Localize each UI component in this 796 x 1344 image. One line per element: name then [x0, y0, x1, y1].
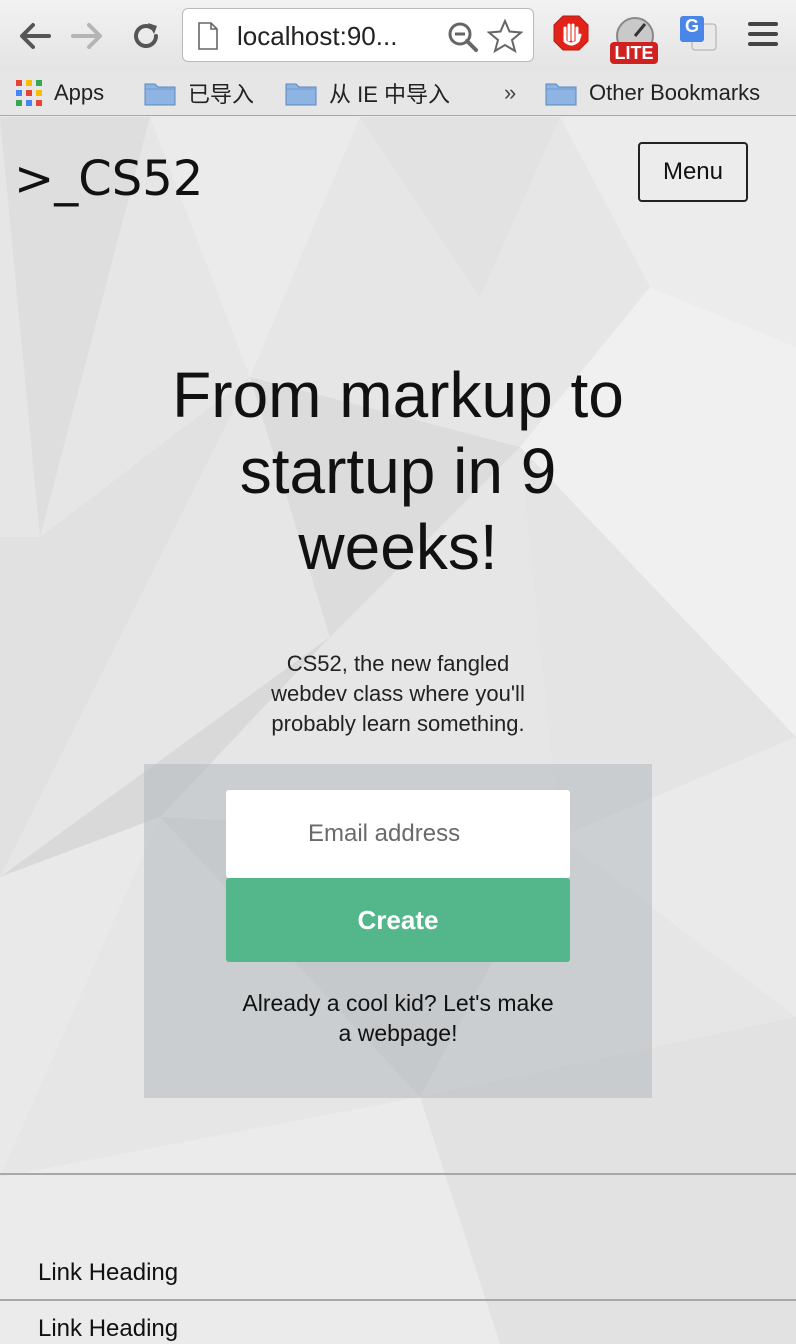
- translate-glyph: G: [685, 16, 700, 36]
- section-divider: [0, 1299, 796, 1301]
- other-bookmarks-folder[interactable]: Other Bookmarks: [545, 76, 760, 110]
- hero-subtitle-line: webdev class where you'll: [271, 681, 525, 706]
- bookmark-folder[interactable]: 已导入: [144, 76, 254, 110]
- bookmark-star-icon[interactable]: [487, 19, 523, 53]
- forward-button[interactable]: [68, 14, 108, 58]
- chrome-menu-icon[interactable]: [748, 20, 778, 48]
- bookmark-folder[interactable]: 从 IE 中导入: [285, 76, 450, 110]
- back-arrow-icon: [20, 23, 51, 49]
- footer-link-heading[interactable]: Link Heading: [38, 1259, 178, 1287]
- folder-icon: [144, 83, 176, 106]
- apps-shortcut[interactable]: Apps: [16, 76, 104, 110]
- address-bar[interactable]: localhost:90...: [182, 8, 534, 62]
- reload-button[interactable]: [126, 14, 166, 58]
- hero-subtitle-line: probably learn something.: [271, 711, 525, 736]
- url-text: localhost:90...: [237, 21, 398, 51]
- reload-icon: [134, 23, 158, 48]
- hero-title-line: From markup to: [172, 359, 624, 431]
- bookmarks-overflow-chevron[interactable]: »: [504, 76, 516, 110]
- bookmark-folder-label: 从 IE 中导入: [329, 82, 451, 107]
- apps-grid-icon: [16, 80, 42, 106]
- bookmark-folder-label: 已导入: [188, 82, 255, 107]
- hero-title-line: startup in 9: [239, 435, 557, 507]
- back-button[interactable]: [14, 14, 54, 58]
- lite-extension[interactable]: LITE: [608, 14, 662, 66]
- apps-label: Apps: [54, 80, 105, 105]
- folder-icon: [285, 83, 317, 106]
- signup-panel: Create Already a cool kid? Let's make a …: [144, 764, 652, 1098]
- hero-title-line: weeks!: [298, 511, 498, 583]
- bookmarks-bar: Apps 已导入 从 IE 中导入 » Other Bookmarks: [0, 70, 796, 116]
- hero-subtitle: CS52, the new fangled webdev class where…: [218, 649, 578, 739]
- signin-line: Already a cool kid? Let's make: [242, 990, 554, 1016]
- site-logo[interactable]: >_CS52: [14, 151, 203, 207]
- lite-badge: LITE: [610, 42, 658, 64]
- stop-extension-icon[interactable]: [552, 14, 590, 54]
- browser-toolbar: localhost:90... LITE G: [0, 0, 796, 70]
- create-button[interactable]: Create: [226, 878, 570, 962]
- menu-button[interactable]: Menu: [638, 142, 748, 202]
- section-divider: [0, 1173, 796, 1175]
- email-field[interactable]: [226, 790, 570, 878]
- zoom-out-icon[interactable]: [447, 21, 479, 53]
- translate-extension[interactable]: G: [678, 14, 718, 54]
- signin-link[interactable]: Already a cool kid? Let's make a webpage…: [210, 988, 586, 1048]
- signin-line: a webpage!: [338, 1020, 458, 1046]
- folder-icon: [545, 83, 577, 106]
- hero-subtitle-line: CS52, the new fangled: [286, 651, 510, 676]
- forward-arrow-icon: [71, 23, 102, 49]
- other-bookmarks-label: Other Bookmarks: [589, 80, 761, 105]
- hero-title: From markup to startup in 9 weeks!: [98, 357, 698, 585]
- page-icon: [198, 22, 218, 50]
- footer-link-heading[interactable]: Link Heading: [38, 1315, 178, 1343]
- web-page: >_CS52 Menu From markup to startup in 9 …: [0, 117, 796, 1344]
